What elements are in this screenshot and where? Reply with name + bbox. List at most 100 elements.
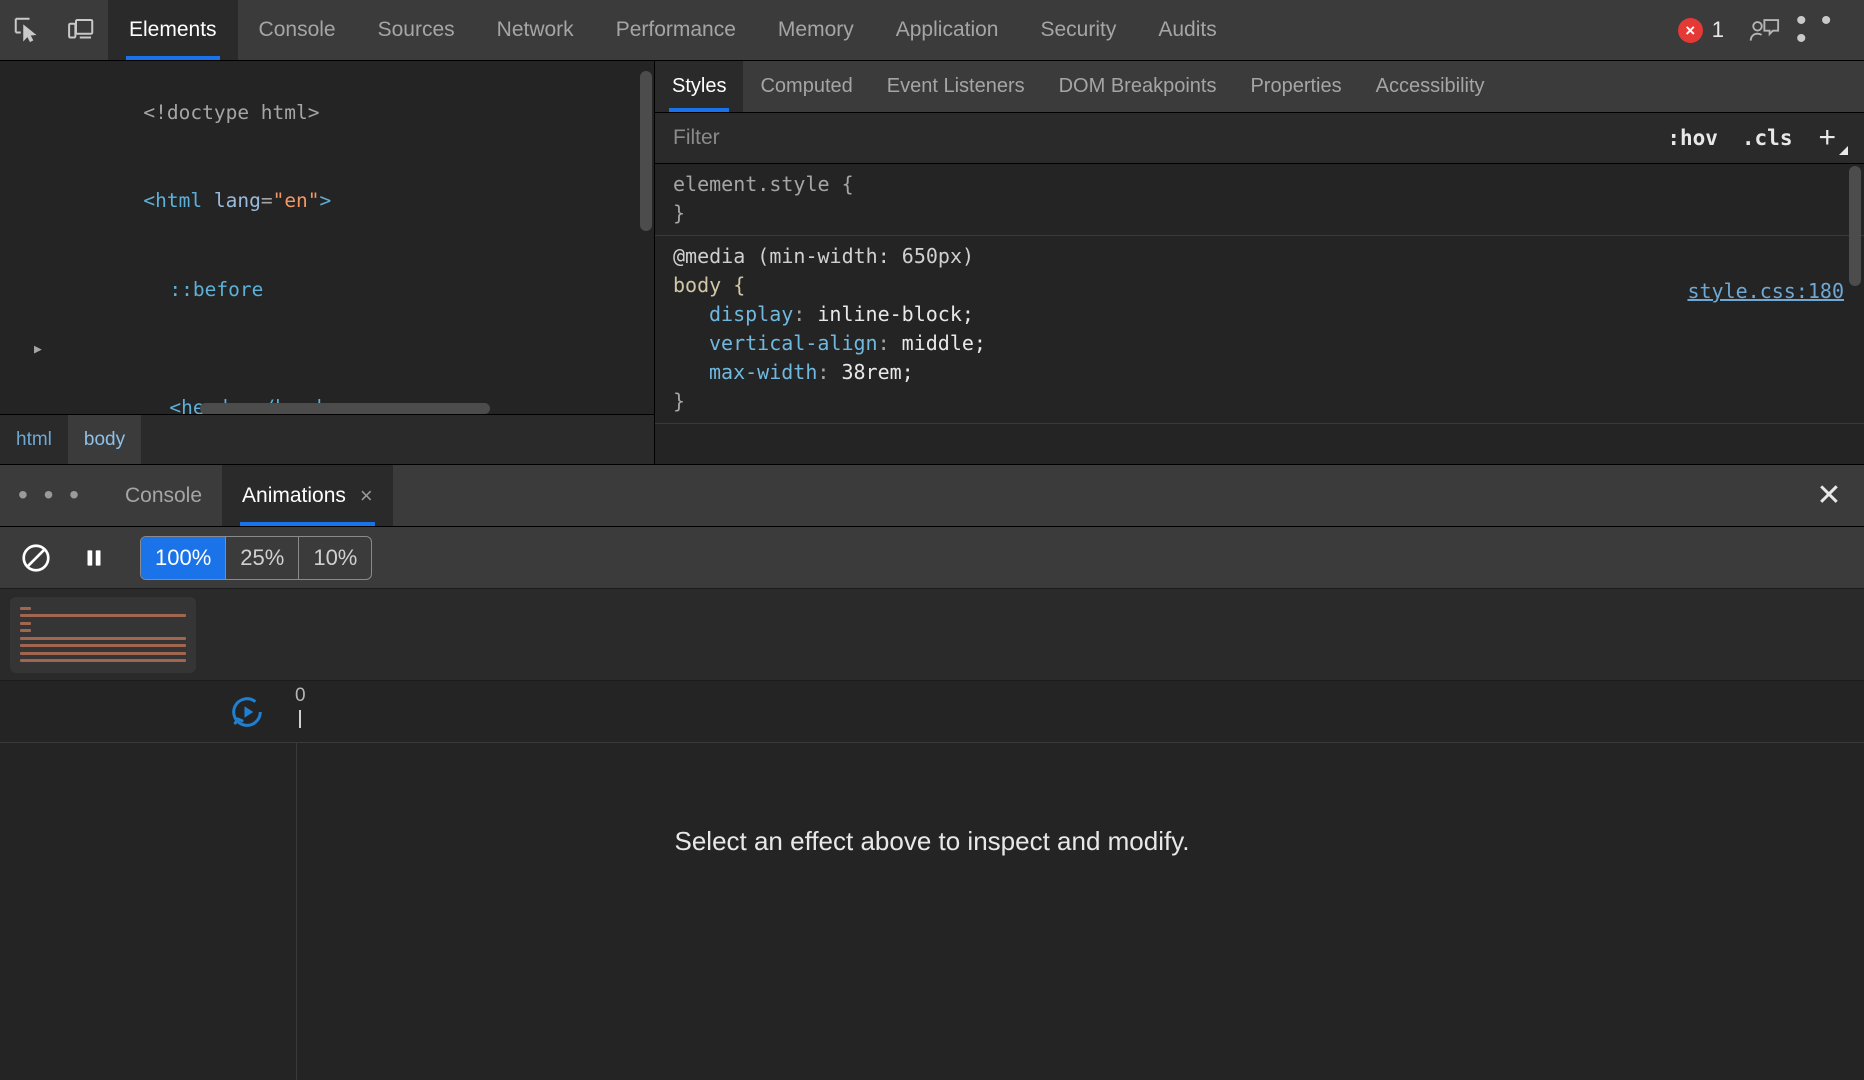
more-options-glyph: • • • <box>1796 12 1846 48</box>
before-pseudo-text: ::before <box>169 278 263 301</box>
tab-network[interactable]: Network <box>476 0 595 60</box>
animation-groups-strip <box>0 589 1864 681</box>
dom-line-doctype[interactable]: <!doctype html> <box>0 68 654 157</box>
dom-tree[interactable]: <!doctype html> <html lang="en"> ::befor… <box>0 61 654 414</box>
styles-filter-actions: :hov .cls + <box>1655 123 1864 153</box>
playback-speed-group: 100% 25% 10% <box>140 536 372 580</box>
tab-properties[interactable]: Properties <box>1233 61 1358 112</box>
tab-sources[interactable]: Sources <box>357 0 476 60</box>
tab-elements[interactable]: Elements <box>108 0 238 60</box>
tab-accessibility[interactable]: Accessibility <box>1359 61 1502 112</box>
media-query-text: @media (min-width: 650px) <box>673 244 974 268</box>
more-options-button[interactable]: • • • <box>1796 6 1846 54</box>
breadcrumb-item-html[interactable]: html <box>0 415 68 464</box>
tab-audits[interactable]: Audits <box>1137 0 1237 60</box>
error-count: 1 <box>1712 17 1724 43</box>
tab-dom-breakpoints[interactable]: DOM Breakpoints <box>1042 61 1234 112</box>
tab-properties-label: Properties <box>1250 75 1341 98</box>
device-toolbar-icon[interactable] <box>54 0 108 60</box>
tab-security-label: Security <box>1040 18 1116 42</box>
tab-console-label: Console <box>259 18 336 42</box>
html-lang-attr: lang <box>214 189 261 212</box>
display-value[interactable]: inline-block; <box>817 302 974 326</box>
filter-input[interactable] <box>655 126 1655 150</box>
animation-group-preview[interactable] <box>10 597 196 673</box>
devtools-window: Elements Console Sources Network Perform… <box>0 0 1864 1080</box>
close-drawer-button[interactable]: ✕ <box>1794 465 1864 526</box>
person-feedback-icon[interactable] <box>1740 6 1790 54</box>
new-style-rule-button[interactable]: + <box>1804 123 1850 153</box>
tab-styles[interactable]: Styles <box>655 61 743 112</box>
max-width-value[interactable]: 38rem; <box>841 360 913 384</box>
tab-event-listeners[interactable]: Event Listeners <box>870 61 1042 112</box>
rule-body-media[interactable]: @media (min-width: 650px) body { display… <box>655 236 1864 424</box>
breadcrumb-item-body[interactable]: body <box>68 415 141 464</box>
timeline-tick-zero: 0 <box>295 686 306 728</box>
drawer-tab-animations-label: Animations <box>242 484 346 508</box>
elements-tree-pane: <!doctype html> <html lang="en"> ::befor… <box>0 61 655 464</box>
anim-bar <box>20 652 186 655</box>
toggle-element-state-button[interactable]: :hov <box>1655 126 1730 150</box>
inspect-cursor-icon[interactable] <box>0 0 54 60</box>
tab-styles-label: Styles <box>672 75 726 98</box>
drawer: • • • Console Animations × ✕ <box>0 465 1864 1080</box>
animation-timeline-canvas[interactable]: Select an effect above to inspect and mo… <box>0 743 1864 1080</box>
breadcrumb-body-label: body <box>84 429 125 451</box>
timeline-tick-label: 0 <box>295 686 306 706</box>
tab-console[interactable]: Console <box>238 0 357 60</box>
dom-tree-vertical-scrollbar[interactable] <box>640 71 652 231</box>
tab-security[interactable]: Security <box>1019 0 1137 60</box>
style-source-link[interactable]: style.css:180 <box>1687 277 1844 306</box>
styles-rules-list[interactable]: element.style { } @media (min-width: 650… <box>655 164 1864 464</box>
speed-100-button[interactable]: 100% <box>141 537 226 579</box>
anim-bar <box>20 622 31 625</box>
timeline-tick-mark <box>299 710 301 728</box>
chevron-right-icon[interactable]: ▶ <box>34 335 42 365</box>
elements-styles-split: <!doctype html> <html lang="en"> ::befor… <box>0 61 1864 465</box>
speed-25-button[interactable]: 25% <box>226 537 299 579</box>
speed-10-button[interactable]: 10% <box>299 537 371 579</box>
rule-element-style[interactable]: element.style { } <box>655 164 1864 236</box>
tab-computed-label: Computed <box>760 75 852 98</box>
drawer-tab-animations[interactable]: Animations × <box>222 465 393 526</box>
body-rule-close-brace: } <box>673 389 685 413</box>
replay-icon[interactable] <box>228 693 266 731</box>
pause-icon[interactable] <box>68 532 120 584</box>
empty-state-message: Select an effect above to inspect and mo… <box>674 826 1189 857</box>
tab-event-listeners-label: Event Listeners <box>887 75 1025 98</box>
anim-bar <box>20 629 31 632</box>
vertical-align-property[interactable]: vertical-align <box>709 331 878 355</box>
drawer-more-tools-button[interactable]: • • • <box>0 465 105 526</box>
error-badge[interactable]: × 1 <box>1668 17 1734 43</box>
tab-sources-label: Sources <box>378 18 455 42</box>
doctype-text: <!doctype html> <box>143 101 319 124</box>
display-property[interactable]: display <box>709 302 793 326</box>
error-icon: × <box>1678 18 1703 43</box>
max-width-property[interactable]: max-width <box>709 360 817 384</box>
breadcrumb: html body <box>0 414 654 464</box>
dom-line-head[interactable]: ▶ <head>…</head> <box>0 334 654 415</box>
speed-10-label: 10% <box>313 545 357 571</box>
dom-line-html[interactable]: <html lang="en"> <box>0 157 654 246</box>
toggle-class-editor-button[interactable]: .cls <box>1730 126 1805 150</box>
vertical-align-value[interactable]: middle; <box>902 331 986 355</box>
tab-memory[interactable]: Memory <box>757 0 875 60</box>
tab-performance-label: Performance <box>616 18 736 42</box>
toolbar-right-actions: × 1 • • • <box>1668 0 1864 60</box>
drawer-tab-console[interactable]: Console <box>105 465 222 526</box>
tab-computed[interactable]: Computed <box>743 61 869 112</box>
drawer-tabbar: • • • Console Animations × ✕ <box>0 465 1864 527</box>
cls-label: .cls <box>1742 126 1793 150</box>
plus-icon: + <box>1818 121 1836 154</box>
styles-vertical-scrollbar[interactable] <box>1849 166 1861 286</box>
tab-application[interactable]: Application <box>875 0 1020 60</box>
style-source-link-label: style.css:180 <box>1687 279 1844 303</box>
hov-label: :hov <box>1667 126 1718 150</box>
tab-network-label: Network <box>497 18 574 42</box>
clear-all-icon[interactable] <box>10 532 62 584</box>
dom-line-before-pseudo[interactable]: ::before <box>0 245 654 334</box>
close-icon[interactable]: × <box>360 485 373 507</box>
dom-tree-horizontal-scrollbar[interactable] <box>200 403 490 414</box>
tab-performance[interactable]: Performance <box>595 0 757 60</box>
tab-accessibility-label: Accessibility <box>1376 75 1485 98</box>
